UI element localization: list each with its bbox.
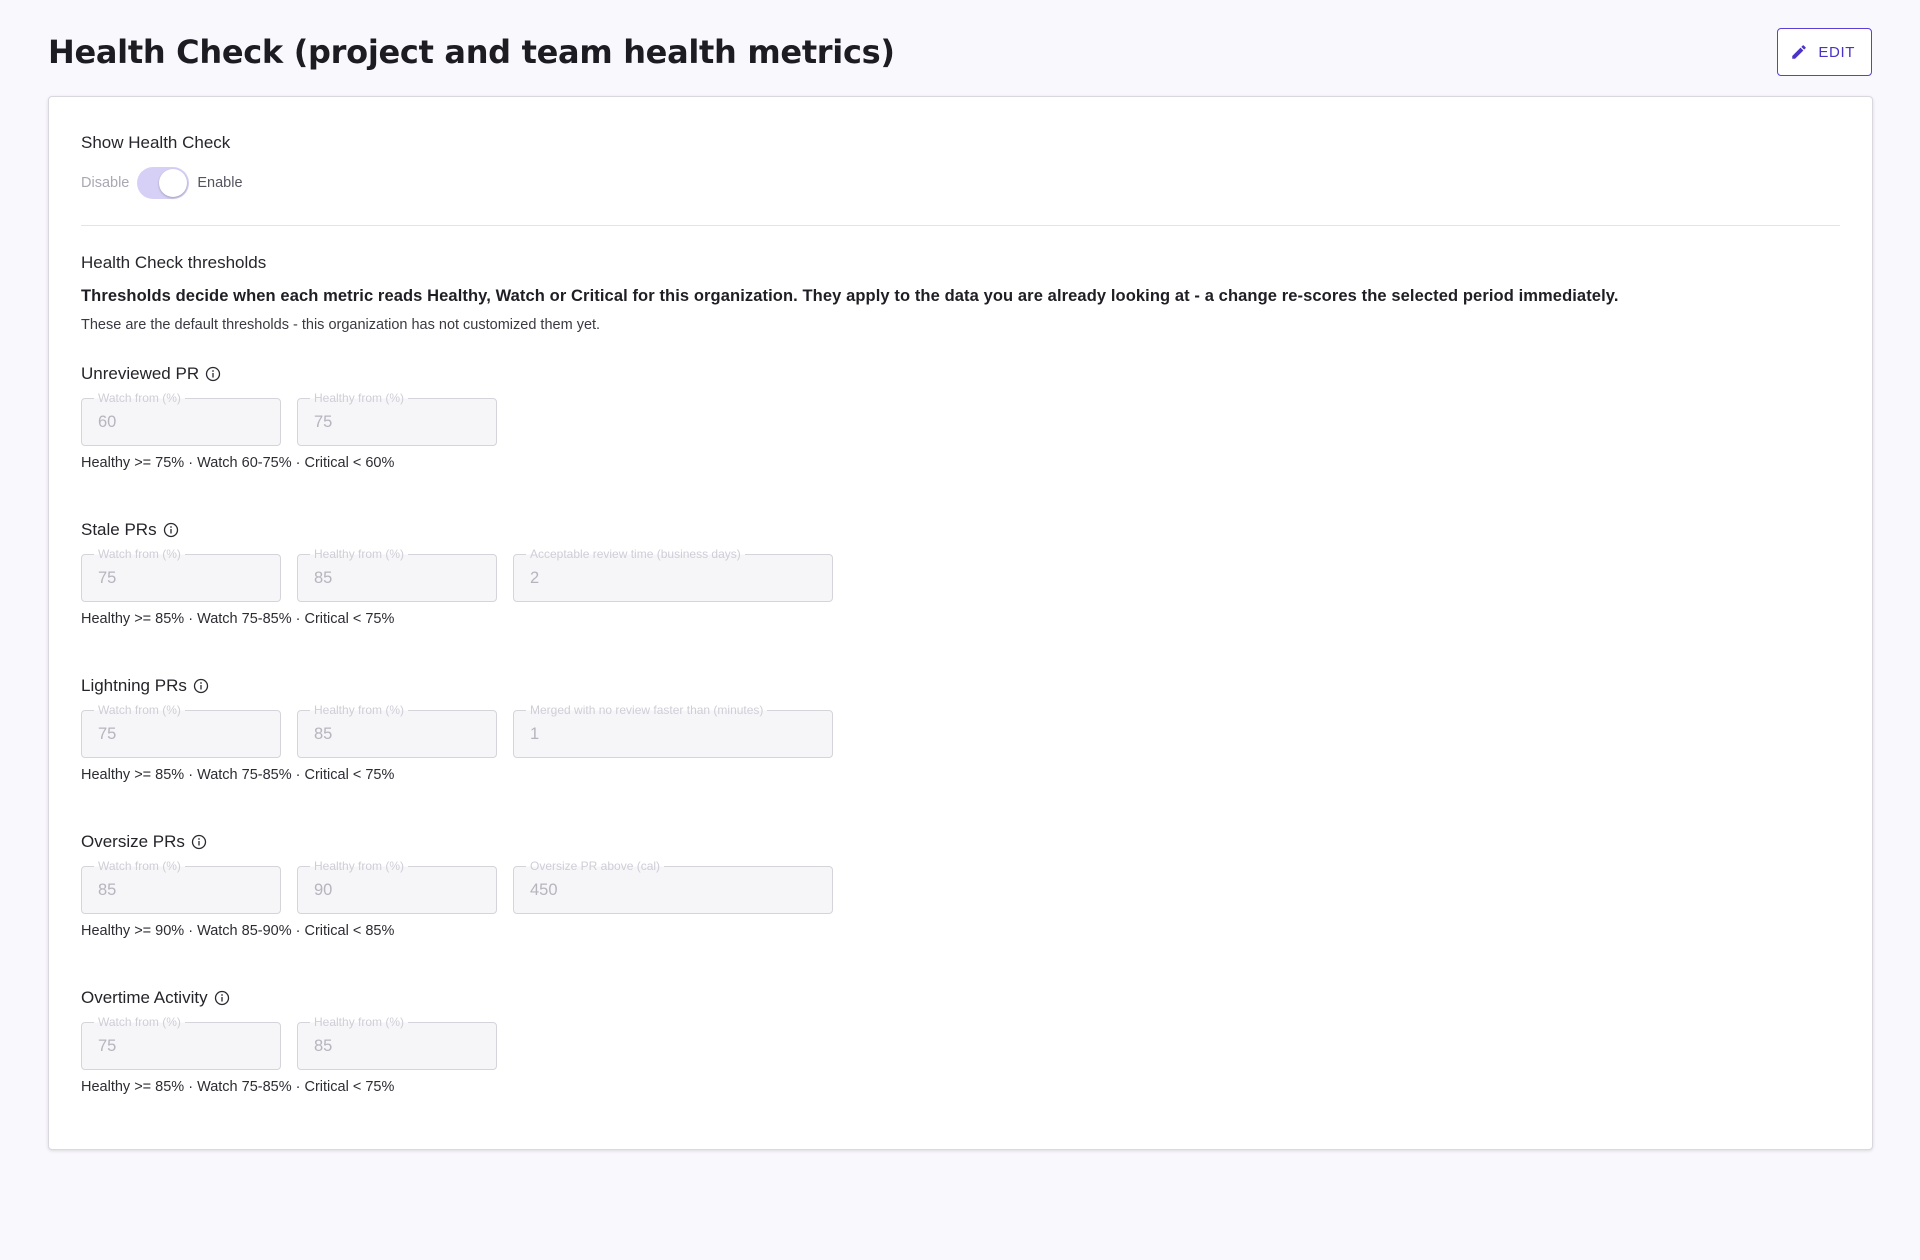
field-label: Acceptable review time (business days) (526, 547, 745, 561)
metric-title-text: Lightning PRs (81, 676, 187, 695)
watch-from-field[interactable]: Watch from (%) 75 (81, 703, 281, 758)
field-label: Watch from (%) (94, 1015, 185, 1029)
healthy-from-field[interactable]: Healthy from (%) 85 (297, 703, 497, 758)
field-value: 450 (530, 881, 558, 899)
field-label: Watch from (%) (94, 703, 185, 717)
healthy-from-field[interactable]: Healthy from (%) 90 (297, 859, 497, 914)
info-icon[interactable] (214, 990, 230, 1006)
show-health-check-section: Show Health Check Disable Enable (81, 133, 1840, 199)
field-label: Healthy from (%) (310, 859, 409, 873)
metric-stale-prs: Stale PRs Watch from (%) 75 Healthy from (%… (81, 520, 833, 627)
field-value: 75 (314, 413, 333, 431)
threshold-fields: Watch from (%) 75 Healthy from (%) 85 Merged… (81, 703, 833, 758)
field-value: 75 (98, 1037, 117, 1055)
metric-summary: Healthy >= 75% · Watch 60-75% · Critical… (81, 455, 395, 471)
metric-overtime-activity: Overtime Activity Watch from (%) 75 Healthy… (81, 988, 497, 1095)
settings-card: Show Health Check Disable Enable Health … (48, 96, 1873, 1150)
section-divider (81, 225, 1840, 226)
healthy-from-field[interactable]: Healthy from (%) 85 (297, 1015, 497, 1070)
info-icon[interactable] (163, 522, 179, 538)
healthy-from-field[interactable]: Healthy from (%) 85 (297, 547, 497, 602)
field-value: 60 (98, 413, 117, 431)
metric-title: Unreviewed PR (81, 364, 497, 384)
field-value: 85 (314, 725, 333, 743)
metric-title: Stale PRs (81, 520, 833, 540)
threshold-fields: Watch from (%) 75 Healthy from (%) 85 (81, 1015, 497, 1070)
edit-button[interactable]: EDIT (1777, 28, 1872, 76)
metric-summary: Healthy >= 85% · Watch 75-85% · Critical… (81, 767, 395, 783)
metric-summary: Healthy >= 85% · Watch 75-85% · Critical… (81, 611, 395, 627)
field-label: Healthy from (%) (310, 547, 409, 561)
metric-unreviewed-pr: Unreviewed PR Watch from (%) 60 Healthy fro… (81, 364, 497, 471)
show-health-check-label: Show Health Check (81, 133, 231, 152)
field-value: 85 (98, 881, 117, 899)
watch-from-field[interactable]: Watch from (%) 75 (81, 1015, 281, 1070)
field-label: Watch from (%) (94, 391, 185, 405)
field-value: 75 (98, 569, 117, 587)
watch-from-field[interactable]: Watch from (%) 75 (81, 547, 281, 602)
edit-button-label: EDIT (1818, 43, 1855, 61)
toggle-enable-label: Enable (197, 175, 243, 191)
field-value: 2 (530, 569, 540, 587)
metric-title: Lightning PRs (81, 676, 833, 696)
field-value: 1 (530, 725, 540, 743)
watch-from-field[interactable]: Watch from (%) 60 (81, 391, 281, 446)
info-icon[interactable] (205, 366, 221, 382)
metric-title-text: Oversize PRs (81, 832, 185, 851)
field-label: Healthy from (%) (310, 1015, 409, 1029)
watch-from-field[interactable]: Watch from (%) 85 (81, 859, 281, 914)
health-check-toggle[interactable] (137, 167, 190, 199)
extra-threshold-field[interactable]: Merged with no review faster than (minut… (513, 703, 833, 758)
metric-title-text: Overtime Activity (81, 988, 208, 1007)
thresholds-note: These are the default thresholds - this … (81, 317, 601, 333)
extra-threshold-field[interactable]: Acceptable review time (business days) 2 (513, 547, 833, 602)
threshold-fields: Watch from (%) 75 Healthy from (%) 85 Accept… (81, 547, 833, 602)
metric-summary: Healthy >= 90% · Watch 85-90% · Critical… (81, 923, 395, 939)
field-value: 90 (314, 881, 333, 899)
metric-summary: Healthy >= 85% · Watch 75-85% · Critical… (81, 1079, 395, 1095)
field-label: Healthy from (%) (310, 703, 409, 717)
metric-title: Overtime Activity (81, 988, 497, 1008)
metric-title-text: Unreviewed PR (81, 364, 200, 383)
info-icon[interactable] (193, 678, 209, 694)
field-label: Merged with no review faster than (minut… (526, 703, 768, 717)
metric-lightning-prs: Lightning PRs Watch from (%) 75 Healthy fro… (81, 676, 833, 783)
page-title: Health Check (project and team health me… (48, 33, 895, 71)
extra-threshold-field[interactable]: Oversize PR above (cal) 450 (513, 859, 833, 914)
field-value: 75 (98, 725, 117, 743)
pencil-icon (1792, 45, 1807, 59)
field-label: Healthy from (%) (310, 391, 409, 405)
threshold-fields: Watch from (%) 60 Healthy from (%) 75 (81, 391, 497, 446)
thresholds-section: Health Check thresholds Thresholds decid… (81, 253, 1840, 333)
healthy-from-field[interactable]: Healthy from (%) 75 (297, 391, 497, 446)
toggle-thumb (159, 169, 188, 197)
page-header: Health Check (project and team health me… (48, 28, 1872, 76)
thresholds-heading: Health Check thresholds (81, 253, 267, 272)
field-label: Oversize PR above (cal) (526, 859, 665, 873)
info-icon[interactable] (191, 834, 207, 850)
field-value: 85 (314, 1037, 333, 1055)
thresholds-description: Thresholds decide when each metric reads… (81, 287, 1619, 305)
metric-oversize-prs: Oversize PRs Watch from (%) 85 Healthy from… (81, 832, 833, 939)
field-value: 85 (314, 569, 333, 587)
toggle-disable-label: Disable (81, 175, 130, 191)
metric-title-text: Stale PRs (81, 520, 157, 539)
threshold-fields: Watch from (%) 85 Healthy from (%) 90 Oversi… (81, 859, 833, 914)
field-label: Watch from (%) (94, 859, 185, 873)
metric-title: Oversize PRs (81, 832, 833, 852)
field-label: Watch from (%) (94, 547, 185, 561)
health-check-toggle-row: Disable Enable (81, 167, 1840, 199)
